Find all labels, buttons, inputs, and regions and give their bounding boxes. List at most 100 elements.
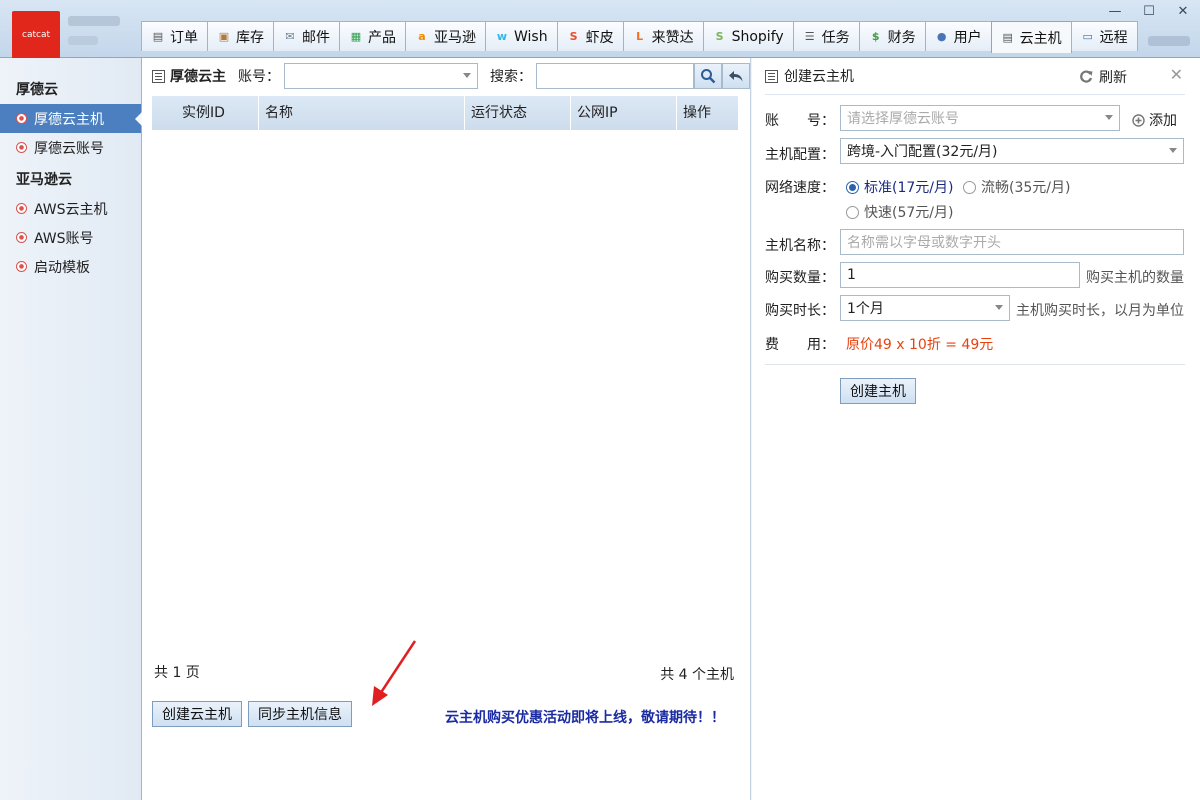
promo-notice: 云主机购买优惠活动即将上线，敬请期待！！ [445,710,725,726]
create-host-button[interactable]: 创建云主机 [152,701,242,727]
col-instance-id[interactable]: 实例ID [152,96,259,130]
add-account-button[interactable]: 添加 [1132,110,1177,130]
module-tabs: ▤ 订单 ▣ 库存 ✉ 邮件 ▦ 产品 a 亚马逊 w Wish S 虾皮 L 来赞达 S Shopify ☰ 任务 $… [141,21,1138,53]
speed-option-smooth[interactable]: 流畅(35元/月) [963,177,1070,197]
undo-arrow-icon [729,71,743,82]
tab-remote[interactable]: ▭ 远程 [1070,21,1138,51]
lazada-icon: L [636,30,644,43]
sidebar-group-houdeyun: 厚德云 [16,82,58,98]
back-button[interactable] [722,63,750,89]
box-icon: ▣ [218,30,230,43]
host-name-input[interactable]: 名称需以字母或数字开头 [840,229,1184,255]
col-name[interactable]: 名称 [259,96,465,130]
create-host-form: 创建云主机 刷新 ✕ 账 号： 请选择厚德云账号 添加 主机配置： 跨境-入门配… [752,58,1200,800]
duration-label: 购买时长： [765,303,835,319]
close-form-icon[interactable]: ✕ [1170,65,1183,84]
divider [765,364,1185,365]
document-icon [765,69,778,83]
search-icon [701,69,716,84]
form-title: 创建云主机 [784,69,854,85]
sidebar-item-aws-hosts[interactable]: ● AWS云主机 [0,194,141,223]
form-header: 创建云主机 刷新 ✕ [765,65,1185,87]
speed-label: 网络速度： [765,180,835,196]
sidebar-item-launch-templates[interactable]: ● 启动模板 [0,252,141,281]
mail-icon: ✉ [285,30,295,43]
sync-host-info-button[interactable]: 同步主机信息 [248,701,352,727]
tab-label: 任务 [821,29,850,46]
refresh-button[interactable]: 刷新 [1079,67,1127,87]
wish-icon: w [496,30,508,43]
annotation-arrow-icon [372,640,417,706]
radio-selected-icon [846,180,859,194]
tab-mail[interactable]: ✉ 邮件 [273,21,340,51]
sidebar-item-houdeyun-accounts[interactable]: ● 厚德云账号 [0,133,141,162]
sidebar: 厚德云 ● 厚德云主机 ● 厚德云账号 亚马逊云 ● AWS云主机 ● AWS账… [0,58,142,800]
col-public-ip[interactable]: 公网IP [571,96,677,130]
tab-amazon[interactable]: a 亚马逊 [405,21,486,51]
grid-icon: ▦ [350,30,362,43]
sidebar-item-label: 启动模板 [34,259,90,276]
speed-option-fast[interactable]: 快速(57元/月) [846,202,953,222]
shopee-icon: S [569,30,578,43]
tab-clipboard[interactable]: ▤ 订单 [141,21,208,51]
sidebar-item-aws-accounts[interactable]: ● AWS账号 [0,223,141,252]
bullet-icon: ● [16,113,27,124]
create-host-submit-button[interactable]: 创建主机 [840,378,916,404]
chevron-down-icon [1169,148,1177,157]
speed-option-standard[interactable]: 标准(17元/月) [846,177,953,197]
tab-box[interactable]: ▣ 库存 [207,21,274,51]
col-status[interactable]: 运行状态 [465,96,571,130]
tab-shopee[interactable]: S 虾皮 [556,21,624,51]
tab-label: 订单 [170,29,198,46]
bullet-icon: ● [16,203,27,214]
fee-value: 原价49 x 10折 = 49元 [846,337,994,353]
blurred-app-name [68,16,120,26]
bullet-icon: ● [16,261,27,272]
speed-option-label: 快速(57元/月) [864,205,954,221]
close-window-button[interactable]: ✕ [1166,0,1200,22]
tab-grid[interactable]: ▦ 产品 [339,21,406,51]
tab-shopify[interactable]: S Shopify [702,21,794,51]
quantity-input[interactable]: 1 [840,262,1080,288]
account-select[interactable]: 请选择厚德云账号 [840,105,1120,131]
tab-label: 虾皮 [585,29,614,46]
maximize-button[interactable]: ☐ [1132,0,1166,22]
account-select[interactable] [284,63,478,89]
add-label: 添加 [1149,113,1177,129]
sidebar-item-label: 厚德云主机 [34,111,104,128]
host-table-header: 实例ID 名称 运行状态 公网IP 操作 [152,96,738,130]
tab-user[interactable]: ● 用户 [924,21,992,51]
search-input[interactable] [536,63,694,89]
panel-title: 厚德云主 [170,69,226,85]
col-actions[interactable]: 操作 [677,96,738,130]
sidebar-item-houdeyun-hosts[interactable]: ● 厚德云主机 [0,104,142,133]
fee-label: 费 用： [765,337,835,353]
tab-wish[interactable]: w Wish [485,21,558,51]
refresh-icon [1080,70,1093,83]
tab-lazada[interactable]: L 来赞达 [622,21,704,51]
config-select[interactable]: 跨境-入门配置(32元/月) [840,138,1184,164]
config-label: 主机配置： [765,147,835,163]
duration-select[interactable]: 1个月 [840,295,1010,321]
task-icon: ☰ [804,30,815,43]
chevron-down-icon [995,305,1003,314]
sidebar-item-label: 厚德云账号 [34,140,104,157]
tab-money[interactable]: $ 财务 [858,21,926,51]
chevron-down-icon [463,73,471,82]
clipboard-icon: ▤ [152,30,164,43]
blurred-app-subtitle [68,36,98,45]
title-bar: catcat — ☐ ✕ ▤ 订单 ▣ 库存 ✉ 邮件 ▦ 产品 a 亚马逊 w Wish S 虾皮 L 来赞… [0,0,1200,59]
tab-label: Shopify [731,28,784,45]
duration-hint: 主机购买时长，以月为单位 [1016,303,1184,319]
host-name-placeholder: 名称需以字母或数字开头 [847,235,1001,251]
divider [765,94,1185,95]
tab-label: 来赞达 [651,29,694,46]
minimize-button[interactable]: — [1098,0,1132,22]
sidebar-group-aws: 亚马逊云 [16,172,72,188]
search-button[interactable] [694,63,722,89]
user-icon: ● [936,30,947,43]
tab-server[interactable]: ▤ 云主机 [990,21,1072,53]
document-icon [152,69,165,83]
tab-task[interactable]: ☰ 任务 [792,21,860,51]
radio-icon [846,205,859,219]
